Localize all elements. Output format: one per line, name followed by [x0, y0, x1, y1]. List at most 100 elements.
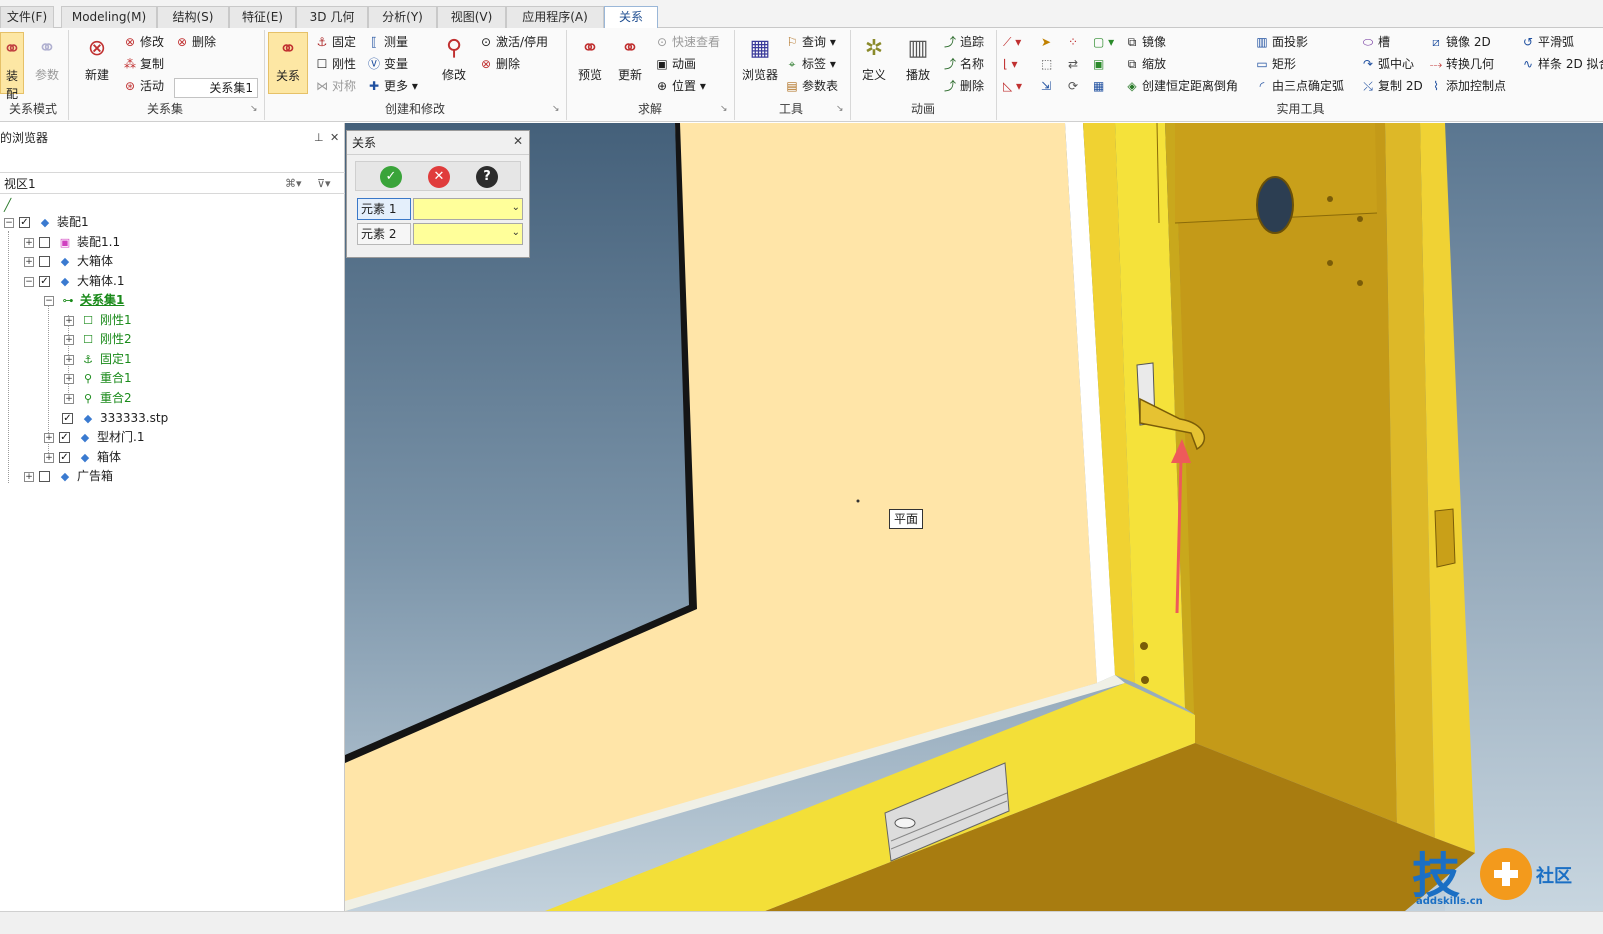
3d-scene[interactable]: [345, 123, 1603, 911]
expand-icon[interactable]: +: [44, 452, 54, 463]
expand-icon[interactable]: +: [64, 315, 74, 326]
tree-item-relation-set[interactable]: − ⊶ 关系集1: [44, 291, 124, 310]
chevron-down-icon[interactable]: ⌄: [512, 227, 520, 238]
tree-item[interactable]: + ⚲ 重合1: [64, 369, 132, 388]
activate-button[interactable]: ⊙ 激活/停用: [478, 32, 548, 52]
tree-item[interactable]: + ⚲ 重合2: [64, 389, 132, 408]
trace-button[interactable]: ⤴ 追踪: [942, 32, 984, 52]
element1-field[interactable]: ⌄: [413, 198, 523, 220]
expand-icon[interactable]: +: [24, 237, 34, 248]
measure-button[interactable]: ⟦ 测量: [366, 32, 408, 52]
tree-item[interactable]: + ☐ 刚性2: [64, 330, 132, 349]
solve-launcher-icon[interactable]: ↘: [720, 104, 728, 114]
collapse-icon[interactable]: −: [44, 295, 54, 306]
element2-field[interactable]: ⌄: [413, 223, 523, 245]
visibility-checkbox[interactable]: [39, 256, 50, 267]
browser-button[interactable]: ▦ 浏览器: [738, 32, 782, 94]
preview-button[interactable]: ⚭ 预览: [572, 32, 608, 94]
fix-button[interactable]: ⚓ 固定: [314, 32, 356, 52]
cancel-button[interactable]: ✕: [428, 166, 450, 188]
collapse-icon[interactable]: −: [24, 276, 34, 287]
expand-icon[interactable]: +: [64, 334, 74, 345]
copy-2d-button[interactable]: ⤯ 复制 2D: [1360, 76, 1423, 96]
triangle-tool-icon[interactable]: ◺ ▾: [1003, 76, 1022, 96]
tree-item[interactable]: − ✓ ◆ 大箱体.1: [24, 272, 124, 291]
3d-viewport[interactable]: [345, 123, 1603, 911]
pin-icon[interactable]: ⊥: [314, 127, 324, 149]
expand-icon[interactable]: +: [44, 432, 54, 443]
expand-icon[interactable]: +: [24, 471, 34, 482]
transform-icon[interactable]: ⇲: [1041, 76, 1051, 96]
tree-item[interactable]: ✓ ◆ 333333.stp: [62, 409, 168, 428]
menu-tab-analysis[interactable]: 分析(Y): [368, 6, 437, 28]
slot-button[interactable]: ⬭ 槽: [1360, 32, 1390, 52]
param-table-button[interactable]: ▤ 参数表: [784, 76, 838, 96]
spline-2d-button[interactable]: ∿样条 2D 拟合: [1520, 54, 1603, 74]
frame-icon[interactable]: ▢ ▾: [1093, 32, 1114, 52]
menu-tab-relations[interactable]: 关系: [604, 6, 658, 29]
expand-icon[interactable]: +: [64, 393, 74, 404]
arc-three-point-button[interactable]: ◜ 由三点确定弧: [1254, 76, 1344, 96]
menu-tab-3d-geometry[interactable]: 3D 几何: [296, 6, 368, 28]
relation-button[interactable]: ⚭ 关系: [268, 32, 308, 94]
visibility-checkbox[interactable]: ✓: [62, 413, 73, 424]
animation-button[interactable]: ▣ 动画: [654, 54, 696, 74]
pen-icon[interactable]: ╱: [4, 198, 11, 212]
chamfer-button[interactable]: ◈ 创建恒定距离倒角: [1124, 76, 1238, 96]
menu-tab-view[interactable]: 视图(V): [437, 6, 506, 28]
convert-geometry-button[interactable]: ⤏ 转换几何: [1428, 54, 1494, 74]
active-set-field[interactable]: 关系集1: [174, 78, 258, 98]
visibility-checkbox[interactable]: ✓: [59, 432, 70, 443]
element2-label[interactable]: 元素 2: [357, 223, 411, 245]
query-button[interactable]: ⚐ 查询 ▾: [784, 32, 836, 52]
params-mode-button[interactable]: ⚭ 参数: [28, 32, 66, 94]
pointer-icon[interactable]: ➤: [1041, 32, 1051, 52]
collapse-icon[interactable]: −: [4, 217, 14, 228]
delete-animation-button[interactable]: ⤴ 删除: [942, 76, 984, 96]
name-button[interactable]: ⤴ 名称: [942, 54, 984, 74]
create-modify-launcher-icon[interactable]: ↘: [552, 104, 560, 114]
tree-item[interactable]: + ✓ ◆ 箱体: [44, 448, 121, 467]
new-relation-set-button[interactable]: ⊗ 新建: [76, 32, 118, 94]
scatter-icon[interactable]: ⁘: [1068, 32, 1078, 52]
arc-center-button[interactable]: ↷ 弧中心: [1360, 54, 1414, 74]
visibility-checkbox[interactable]: [39, 237, 50, 248]
mirror-2d-button[interactable]: ⧄ 镜像 2D: [1428, 32, 1491, 52]
mirror-button[interactable]: ⧉ 镜像: [1124, 32, 1166, 52]
update-button[interactable]: ⚭ 更新: [612, 32, 648, 94]
face-projection-button[interactable]: ▥ 面投影: [1254, 32, 1308, 52]
help-button[interactable]: ?: [476, 166, 498, 188]
rigid-button[interactable]: ☐ 刚性: [314, 54, 356, 74]
tree-item[interactable]: + ⚓ 固定1: [64, 350, 132, 369]
tree-item[interactable]: + ▣ 装配1.1: [24, 233, 120, 252]
corner-tool-icon[interactable]: ⌊ ▾: [1003, 54, 1018, 74]
tag-button[interactable]: ⌖ 标签 ▾: [784, 54, 836, 74]
chevron-down-icon[interactable]: ⌄: [512, 202, 520, 213]
define-button[interactable]: ✲ 定义: [856, 32, 892, 94]
tree-item[interactable]: + ✓ ◆ 型材门.1: [44, 428, 144, 447]
scale-button[interactable]: ⧉ 缩放: [1124, 54, 1166, 74]
tree-item[interactable]: + ◆ 广告箱: [24, 467, 113, 486]
menu-tab-applications[interactable]: 应用程序(A): [506, 6, 604, 28]
menu-tab-structure[interactable]: 结构(S): [157, 6, 229, 28]
add-control-point-button[interactable]: ⌇ 添加控制点: [1428, 76, 1506, 96]
menu-tab-modeling[interactable]: Modeling(M): [61, 6, 157, 28]
select-box-icon[interactable]: ⬚: [1041, 54, 1052, 74]
menu-tab-feature[interactable]: 特征(E): [229, 6, 296, 28]
fill-icon[interactable]: ▣: [1093, 54, 1104, 74]
flip-icon[interactable]: ⇄: [1068, 54, 1078, 74]
tools-launcher-icon[interactable]: ↘: [836, 104, 844, 114]
view-selector[interactable]: 视区1 ⌘▾ ⊽▾: [0, 172, 345, 194]
quick-view-button[interactable]: ⊙ 快速查看: [654, 32, 720, 52]
rotate-icon[interactable]: ⟳: [1068, 76, 1078, 96]
visibility-checkbox[interactable]: ✓: [39, 276, 50, 287]
expand-icon[interactable]: +: [64, 354, 74, 365]
symmetric-button[interactable]: ⋈ 对称: [314, 76, 356, 96]
modify-relation-button[interactable]: ⚲ 修改: [434, 32, 474, 94]
visibility-checkbox[interactable]: ✓: [19, 217, 30, 228]
tree-item[interactable]: − ✓ ◆ 装配1: [4, 213, 89, 232]
ok-button[interactable]: ✓: [380, 166, 402, 188]
copy-set-button[interactable]: ⁂ 复制: [122, 54, 164, 74]
tree-item[interactable]: + ☐ 刚性1: [64, 311, 132, 330]
line-tool-icon[interactable]: ⟋ ▾: [1003, 32, 1021, 52]
